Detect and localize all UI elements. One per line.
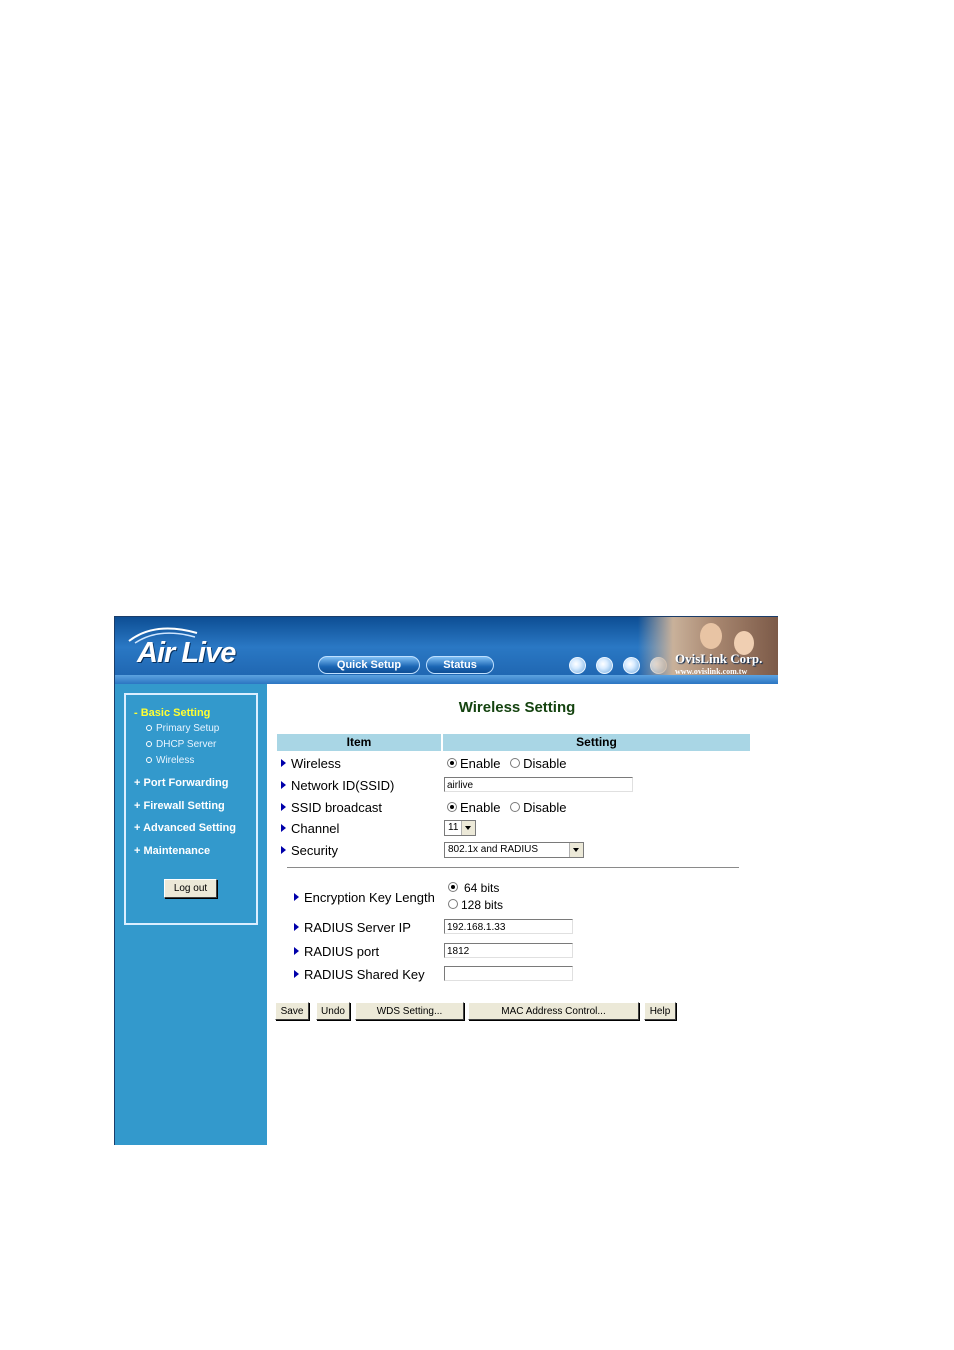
mac-address-control-button[interactable]: MAC Address Control...	[468, 1002, 639, 1020]
bits64-label: 64 bits	[464, 881, 500, 895]
arrow-icon	[281, 846, 286, 854]
broadcast-enable-radio[interactable]	[447, 802, 457, 812]
bullet-icon	[146, 725, 152, 732]
header-banner: Air Live Quick Setup Status OvisLink Cor…	[115, 617, 778, 684]
security-value: 802.1x and RADIUS	[448, 844, 539, 855]
status-button[interactable]: Status	[426, 656, 494, 674]
globe-icon[interactable]	[569, 657, 586, 674]
corp-name: OvisLink Corp.	[675, 651, 763, 666]
arrow-icon	[281, 803, 286, 811]
broadcast-disable-radio[interactable]	[510, 802, 521, 812]
security-label-text: Security	[291, 843, 338, 858]
enc-key-length-label: Encryption Key Length	[294, 890, 435, 905]
ssid-broadcast-label: SSID broadcast	[281, 800, 382, 815]
wds-setting-button[interactable]: WDS Setting...	[355, 1002, 464, 1020]
channel-value: 11	[448, 822, 459, 833]
ssid-broadcast-label-text: SSID broadcast	[291, 800, 383, 815]
radius-port-label: RADIUS port	[294, 944, 379, 959]
channel-label-text: Channel	[291, 821, 340, 836]
wireless-label-text: Wireless	[291, 756, 341, 771]
security-select[interactable]: 802.1x and RADIUS	[444, 842, 584, 858]
arrow-icon	[294, 893, 299, 901]
globe-icon[interactable]	[596, 657, 613, 674]
radius-port-input[interactable]: 1812	[444, 943, 573, 958]
disable-label: Disable	[523, 800, 567, 815]
radius-ip-label-text: RADIUS Server IP	[304, 920, 411, 935]
arrow-icon	[281, 759, 286, 767]
quick-setup-button[interactable]: Quick Setup	[318, 656, 420, 674]
ssid-label-text: Network ID(SSID)	[291, 778, 395, 793]
enable-label: Enable	[460, 756, 501, 771]
bits128-radio[interactable]	[448, 899, 458, 909]
ssid-label: Network ID(SSID)	[281, 778, 394, 793]
chevron-down-icon[interactable]	[461, 821, 475, 835]
broadcast-radio-group: Enable Disable	[447, 800, 566, 815]
column-header-setting: Setting	[443, 734, 750, 751]
bullet-icon	[146, 741, 152, 748]
wireless-enable-radio[interactable]	[447, 758, 457, 768]
arrow-icon	[294, 947, 299, 955]
sidebar-menu: - Basic Setting Primary Setup DHCP Serve…	[124, 693, 258, 925]
channel-label: Channel	[281, 821, 339, 836]
radius-key-input[interactable]	[444, 966, 573, 981]
arrow-icon	[281, 781, 286, 789]
bullet-icon	[146, 757, 152, 764]
menu-primary-setup-label: Primary Setup	[156, 723, 220, 734]
disable-label: Disable	[523, 756, 567, 771]
banner-stripe	[115, 675, 778, 684]
ssid-input[interactable]: airlive	[444, 777, 633, 792]
menu-port-forwarding[interactable]: + Port Forwarding	[134, 777, 228, 789]
main-content: Wireless Setting Item Setting Wireless E…	[267, 684, 778, 1145]
bits64-option: 64 bits	[448, 881, 499, 895]
menu-maintenance[interactable]: + Maintenance	[134, 845, 210, 857]
menu-advanced-setting[interactable]: + Advanced Setting	[134, 822, 236, 834]
section-divider	[287, 867, 739, 868]
channel-select[interactable]: 11	[444, 820, 476, 836]
menu-wireless-label: Wireless	[156, 755, 195, 766]
menu-primary-setup[interactable]: Primary Setup	[146, 723, 219, 734]
bits128-label: 128 bits	[461, 898, 504, 912]
radius-port-label-text: RADIUS port	[304, 944, 380, 959]
menu-dhcp-server-label: DHCP Server	[156, 739, 217, 750]
enc-key-length-label-text: Encryption Key Length	[304, 890, 435, 905]
radius-ip-input[interactable]: 192.168.1.33	[444, 919, 573, 934]
chevron-down-icon[interactable]	[569, 843, 583, 857]
menu-wireless[interactable]: Wireless	[146, 755, 194, 766]
security-label: Security	[281, 843, 338, 858]
router-admin-window: Air Live Quick Setup Status OvisLink Cor…	[114, 616, 778, 1145]
bits64-radio[interactable]	[448, 882, 458, 892]
wireless-label: Wireless	[281, 756, 341, 771]
wireless-disable-radio[interactable]	[510, 758, 521, 768]
radius-key-label: RADIUS Shared Key	[294, 967, 425, 982]
radius-ip-label: RADIUS Server IP	[294, 920, 411, 935]
column-header-item: Item	[277, 734, 441, 751]
enable-label: Enable	[460, 800, 501, 815]
arrow-icon	[281, 824, 286, 832]
arrow-icon	[294, 923, 299, 931]
arrow-icon	[294, 970, 299, 978]
save-button[interactable]: Save	[275, 1002, 309, 1020]
logout-button[interactable]: Log out	[164, 879, 217, 898]
airlive-logo: Air Live	[137, 637, 236, 669]
page-title: Wireless Setting	[458, 699, 576, 716]
help-button[interactable]: Help	[644, 1002, 676, 1020]
bits128-option: 128 bits	[448, 898, 503, 912]
menu-firewall-setting[interactable]: + Firewall Setting	[134, 800, 225, 812]
radius-key-label-text: RADIUS Shared Key	[304, 967, 425, 982]
menu-dhcp-server[interactable]: DHCP Server	[146, 739, 216, 750]
sidebar: - Basic Setting Primary Setup DHCP Serve…	[115, 684, 267, 1145]
wireless-radio-group: Enable Disable	[447, 756, 566, 771]
undo-button[interactable]: Undo	[316, 1002, 350, 1020]
menu-basic-setting[interactable]: - Basic Setting	[134, 707, 210, 719]
